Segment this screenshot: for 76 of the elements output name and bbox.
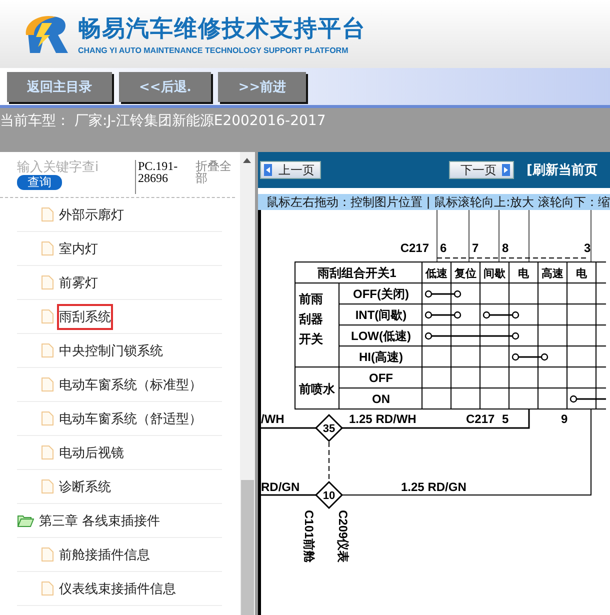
column-heading: 高速: [542, 268, 564, 280]
refresh-link[interactable]: [刷新当前页: [526, 161, 598, 179]
connector-label: C217: [466, 412, 496, 426]
previous-page-button[interactable]: 上一页: [260, 161, 322, 179]
connector-label: C217: [400, 241, 430, 255]
search-button[interactable]: 查询: [17, 175, 62, 190]
file-icon: [41, 343, 54, 358]
pin-number: 5: [502, 412, 510, 426]
tree-item[interactable]: 电动车窗系统（标准型）: [59, 374, 202, 396]
switch-position: INT(间歇): [356, 308, 408, 322]
pin-number: 9: [561, 412, 568, 426]
switch-position: HI(高速): [359, 350, 404, 364]
scrollbar[interactable]: [240, 152, 255, 615]
wire-label: 1.25 RD/GN: [401, 480, 467, 494]
tree-item[interactable]: 电动后视镜: [59, 442, 124, 464]
file-icon: [41, 479, 54, 494]
tree-item[interactable]: 雨刮系统: [59, 306, 111, 328]
splice-diamond: 35: [315, 414, 344, 442]
tree-item[interactable]: 仪表线束接插件信息: [59, 578, 176, 600]
connector-label: C209仪表: [336, 510, 350, 563]
viewer-hint: 鼠标左右拖动：控制图片位置 | 鼠标滚轮向上:放大 滚轮向下：缩: [258, 194, 610, 210]
collapse-all-link[interactable]: 折叠全部: [195, 160, 235, 197]
column-heading: 电: [576, 268, 588, 280]
contact-link: [576, 398, 606, 400]
tree-item[interactable]: 电动车窗系统（舒适型）: [59, 408, 202, 430]
file-icon: [41, 377, 54, 392]
part-code: PC.191-28696: [135, 160, 190, 194]
file-icon: [41, 241, 54, 256]
wire-label: RD/GN: [261, 480, 300, 494]
wire-line: [261, 494, 318, 496]
contact-link: [490, 314, 513, 316]
next-page-button[interactable]: 下一页: [449, 161, 514, 179]
folder-icon: [17, 514, 34, 527]
file-icon: [41, 581, 54, 596]
switch-position: OFF(关闭): [353, 287, 410, 301]
switch-position: LOW(低速): [351, 329, 412, 343]
column-heading: 复位: [454, 268, 477, 280]
tree-item[interactable]: 外部示廓灯: [59, 204, 124, 226]
wire-label: 1.25 RD/WH: [349, 412, 417, 426]
wiring-diagram[interactable]: C217 6 7 8 3 雨刮组合开关1 低速 复位 间歇 电 高速 电 前雨刮器开关 前喷水 OFF(关闭) INT(间歇) LOW(低速) HI(高速) OFF ON /WH 1.25 RD/WH C217 5 9 RD/GN 1.25 RD/GN 35 10 C101前舱 C209仪表: [261, 210, 606, 615]
switch-position: ON: [372, 392, 390, 406]
pin-number: 6: [440, 241, 448, 255]
tree-item[interactable]: 诊断系统: [59, 476, 111, 498]
connector-label: C101前舱: [302, 510, 316, 563]
contact-link: [432, 314, 455, 316]
right-arrow-icon: [502, 164, 510, 176]
platform-subtitle: CHANG YI AUTO MAINTENANCE TECHNOLOGY SUPPORT PLATFORM: [78, 46, 350, 55]
pin-number: 7: [472, 241, 480, 255]
file-icon: [41, 411, 54, 426]
contact-link: [518, 356, 542, 358]
platform-title: 畅易汽车维修技术支持平台: [78, 15, 366, 44]
tree-item[interactable]: 室内灯: [59, 238, 98, 260]
file-icon: [41, 547, 54, 562]
switch-group-label: 前雨刮器开关: [299, 292, 324, 346]
tree-folder[interactable]: 第三章 各线束插接件: [17, 504, 222, 538]
file-icon: [41, 445, 54, 460]
tree-item[interactable]: 前舱接插件信息: [59, 544, 150, 566]
pin-number: 8: [502, 241, 510, 255]
current-model-text: 当前车型： 厂家:J-江铃集团新能源E2002016-2017: [0, 112, 327, 131]
column-heading: 间歇: [484, 268, 506, 280]
contact-link: [432, 293, 455, 295]
pin-number: 3: [584, 241, 592, 255]
tree-item[interactable]: 前雾灯: [59, 272, 98, 294]
wire-line: [261, 427, 318, 429]
file-icon: [41, 275, 54, 290]
wire-label: /WH: [261, 412, 285, 426]
column-heading: 低速: [426, 268, 448, 280]
left-arrow-icon: [264, 164, 272, 176]
splice-diamond: 10: [315, 480, 344, 510]
file-icon: [41, 309, 54, 324]
column-heading: 电: [518, 268, 530, 280]
table-title: 雨刮组合开关1: [318, 266, 397, 280]
switch-position: OFF: [369, 371, 394, 385]
file-icon: [41, 207, 54, 222]
switch-group-label: 前喷水: [299, 382, 336, 396]
tree-item[interactable]: 中央控制门锁系统: [59, 340, 163, 362]
